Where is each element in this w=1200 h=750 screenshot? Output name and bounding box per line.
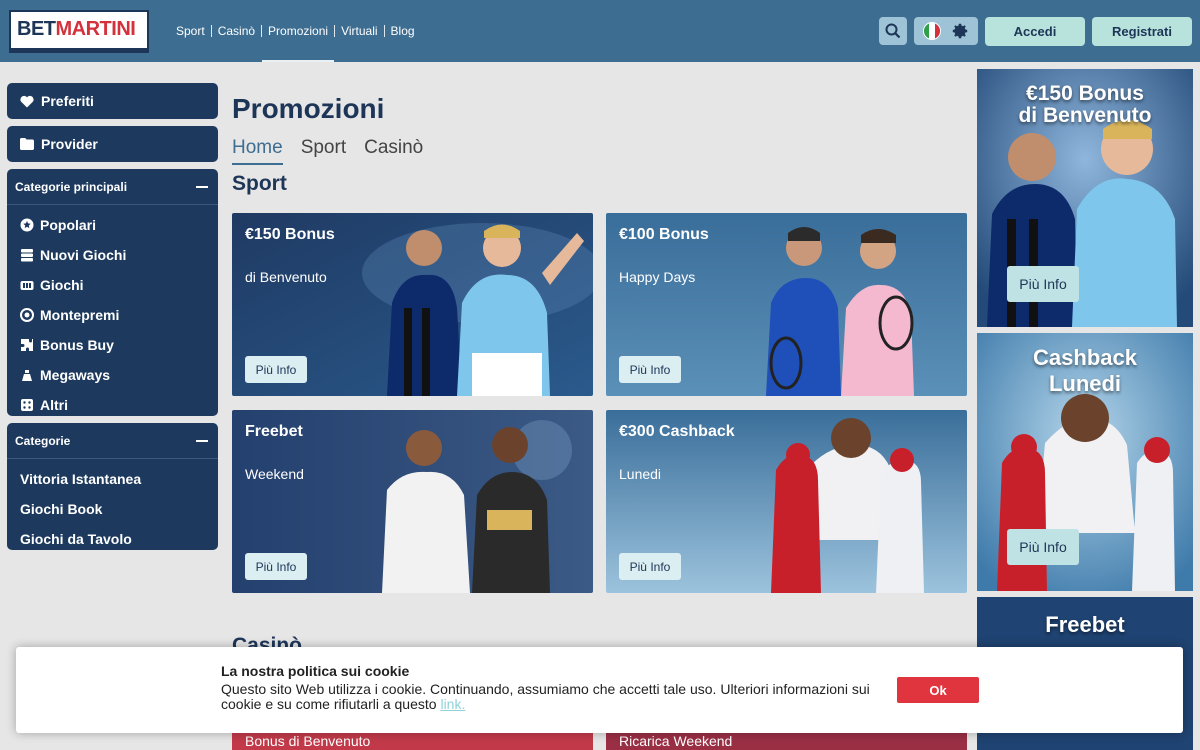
banner-title: €150 Bonus di Benvenuto (977, 83, 1193, 127)
sidebar-item-label: Altri (40, 397, 68, 413)
cookie-ok-button[interactable]: Ok (897, 677, 979, 703)
tab-home[interactable]: Home (232, 137, 283, 165)
promo-card-cashback-lunedi[interactable]: €300 Cashback Lunedi Più Info (606, 410, 967, 593)
card-title: Bonus di Benvenuto (245, 733, 371, 749)
promo-tabs: Home Sport Casinò (232, 137, 423, 165)
nav-item-blog[interactable]: Blog (385, 0, 421, 62)
nav-item-sport[interactable]: Sport (170, 0, 211, 62)
sidebar-item-label: Popolari (40, 217, 97, 233)
jackpot-icon (20, 308, 34, 322)
puzzle-icon (21, 339, 33, 351)
card-subtitle: di Benvenuto (245, 269, 327, 285)
card-title: Freebet (245, 423, 303, 440)
banner-title-line: Cashback (1033, 345, 1137, 370)
search-icon (885, 23, 901, 39)
sport-section-heading: Sport (232, 172, 287, 195)
dice-icon (21, 399, 33, 411)
card-subtitle: Happy Days (619, 269, 696, 285)
card-subtitle: Weekend (245, 466, 304, 482)
sidebar-item-label: Montepremi (40, 307, 120, 323)
banner-title: Freebet (977, 614, 1193, 636)
provider-label: Provider (41, 136, 98, 152)
main-categories-title: Categorie principali (15, 179, 128, 194)
nav-item-promozioni[interactable]: Promozioni (262, 0, 335, 62)
sidebar-item-montepremi[interactable]: Montepremi (7, 300, 218, 330)
categories-title: Categorie (15, 433, 71, 448)
promo-card-happy-days[interactable]: €100 Bonus Happy Days Più Info (606, 213, 967, 396)
casino-card-peek[interactable]: Bonus di Benvenuto (232, 733, 593, 750)
side-banner-cashback-lunedi[interactable]: Cashback Lunedi Più Info (977, 333, 1193, 591)
betmartini-logo[interactable]: BETMARTINI (9, 10, 149, 50)
tab-sport[interactable]: Sport (301, 137, 346, 163)
megaways-icon (22, 370, 32, 381)
main-categories-panel: Categorie principali Popolari Nuovi Gioc… (7, 169, 218, 416)
new-games-icon (21, 249, 33, 262)
italy-flag-icon[interactable] (923, 22, 941, 40)
banner-title-line: €150 Bonus (1026, 82, 1144, 105)
favorites-label: Preferiti (41, 93, 94, 109)
collapse-icon[interactable] (196, 439, 208, 442)
cookie-body: Questo sito Web utilizza i cookie. Conti… (221, 681, 870, 712)
sidebar-item-label: Giochi (40, 277, 84, 293)
nav-item-virtuali[interactable]: Virtuali (335, 0, 383, 62)
tab-casino[interactable]: Casinò (364, 137, 423, 163)
side-banner-bonus-benvenuto[interactable]: €150 Bonus di Benvenuto Più Info (977, 69, 1193, 327)
games-icon (20, 281, 34, 290)
sidebar-item-giochi-da-tavolo[interactable]: Giochi da Tavolo (7, 524, 218, 554)
collapse-icon[interactable] (196, 185, 208, 188)
more-info-button[interactable]: Più Info (619, 356, 681, 383)
nav-item-casino[interactable]: Casinò (212, 0, 261, 62)
banner-title: Cashback Lunedi (977, 345, 1193, 397)
provider-button[interactable]: Provider (7, 126, 218, 162)
register-button[interactable]: Registrati (1092, 17, 1192, 46)
categories-header[interactable]: Categorie (7, 423, 218, 459)
logo-text-martini: MARTINI (55, 18, 136, 40)
sidebar-item-label: Nuovi Giochi (40, 247, 127, 263)
main-categories-header[interactable]: Categorie principali (7, 169, 218, 205)
banner-title-line: Freebet (1045, 612, 1125, 637)
cookie-title: La nostra politica sui cookie (221, 663, 410, 679)
cookie-link[interactable]: link. (440, 696, 465, 712)
sidebar-item-altri[interactable]: Altri (7, 390, 218, 420)
heart-icon (20, 95, 34, 107)
search-button[interactable] (879, 17, 907, 45)
more-info-button[interactable]: Più Info (619, 553, 681, 580)
promo-card-freebet-weekend[interactable]: Freebet Weekend Più Info (232, 410, 593, 593)
page-title: Promozioni (232, 93, 385, 124)
cookie-banner: La nostra politica sui cookie Questo sit… (16, 647, 1183, 733)
banner-title-line: di Benvenuto (1018, 104, 1152, 127)
card-subtitle: Lunedi (619, 466, 662, 482)
more-info-button[interactable]: Più Info (245, 553, 307, 580)
popular-icon (20, 218, 34, 232)
sidebar-item-giochi[interactable]: Giochi (7, 270, 218, 300)
sidebar-item-label: Bonus Buy (40, 337, 114, 353)
banner-title-line: Lunedi (1048, 371, 1122, 396)
banner-more-info-button[interactable]: Più Info (1007, 266, 1079, 302)
card-title: €150 Bonus (245, 226, 335, 243)
sidebar-item-nuovi-giochi[interactable]: Nuovi Giochi (7, 240, 218, 270)
logo-text-bet: BET (17, 18, 56, 40)
card-title: €100 Bonus (619, 226, 709, 243)
card-title: Ricarica Weekend (619, 733, 733, 749)
main-nav: Sport Casinò Promozioni Virtuali Blog (170, 0, 421, 62)
language-settings-button[interactable] (914, 17, 978, 45)
sidebar-item-megaways[interactable]: Megaways (7, 360, 218, 390)
casino-card-peek[interactable]: Ricarica Weekend (606, 733, 967, 750)
promo-card-bonus-benvenuto[interactable]: €150 Bonus di Benvenuto Più Info (232, 213, 593, 396)
sidebar-item-popolari[interactable]: Popolari (7, 210, 218, 240)
sidebar-item-giochi-book[interactable]: Giochi Book (7, 494, 218, 524)
categories-panel: Categorie Vittoria Istantanea Giochi Boo… (7, 423, 218, 550)
more-info-button[interactable]: Più Info (245, 356, 307, 383)
card-title: €300 Cashback (619, 423, 735, 440)
sidebar-item-vittoria-istantanea[interactable]: Vittoria Istantanea (7, 464, 218, 494)
gear-icon[interactable] (951, 22, 969, 40)
sidebar-item-bonus-buy[interactable]: Bonus Buy (7, 330, 218, 360)
banner-more-info-button[interactable]: Più Info (1007, 529, 1079, 565)
top-header: BETMARTINI Sport Casinò Promozioni Virtu… (0, 0, 1200, 62)
folder-icon (20, 138, 34, 150)
cookie-text: Questo sito Web utilizza i cookie. Conti… (221, 682, 891, 712)
sidebar-item-label: Megaways (40, 367, 111, 383)
favorites-button[interactable]: Preferiti (7, 83, 218, 119)
login-button[interactable]: Accedi (985, 17, 1085, 46)
